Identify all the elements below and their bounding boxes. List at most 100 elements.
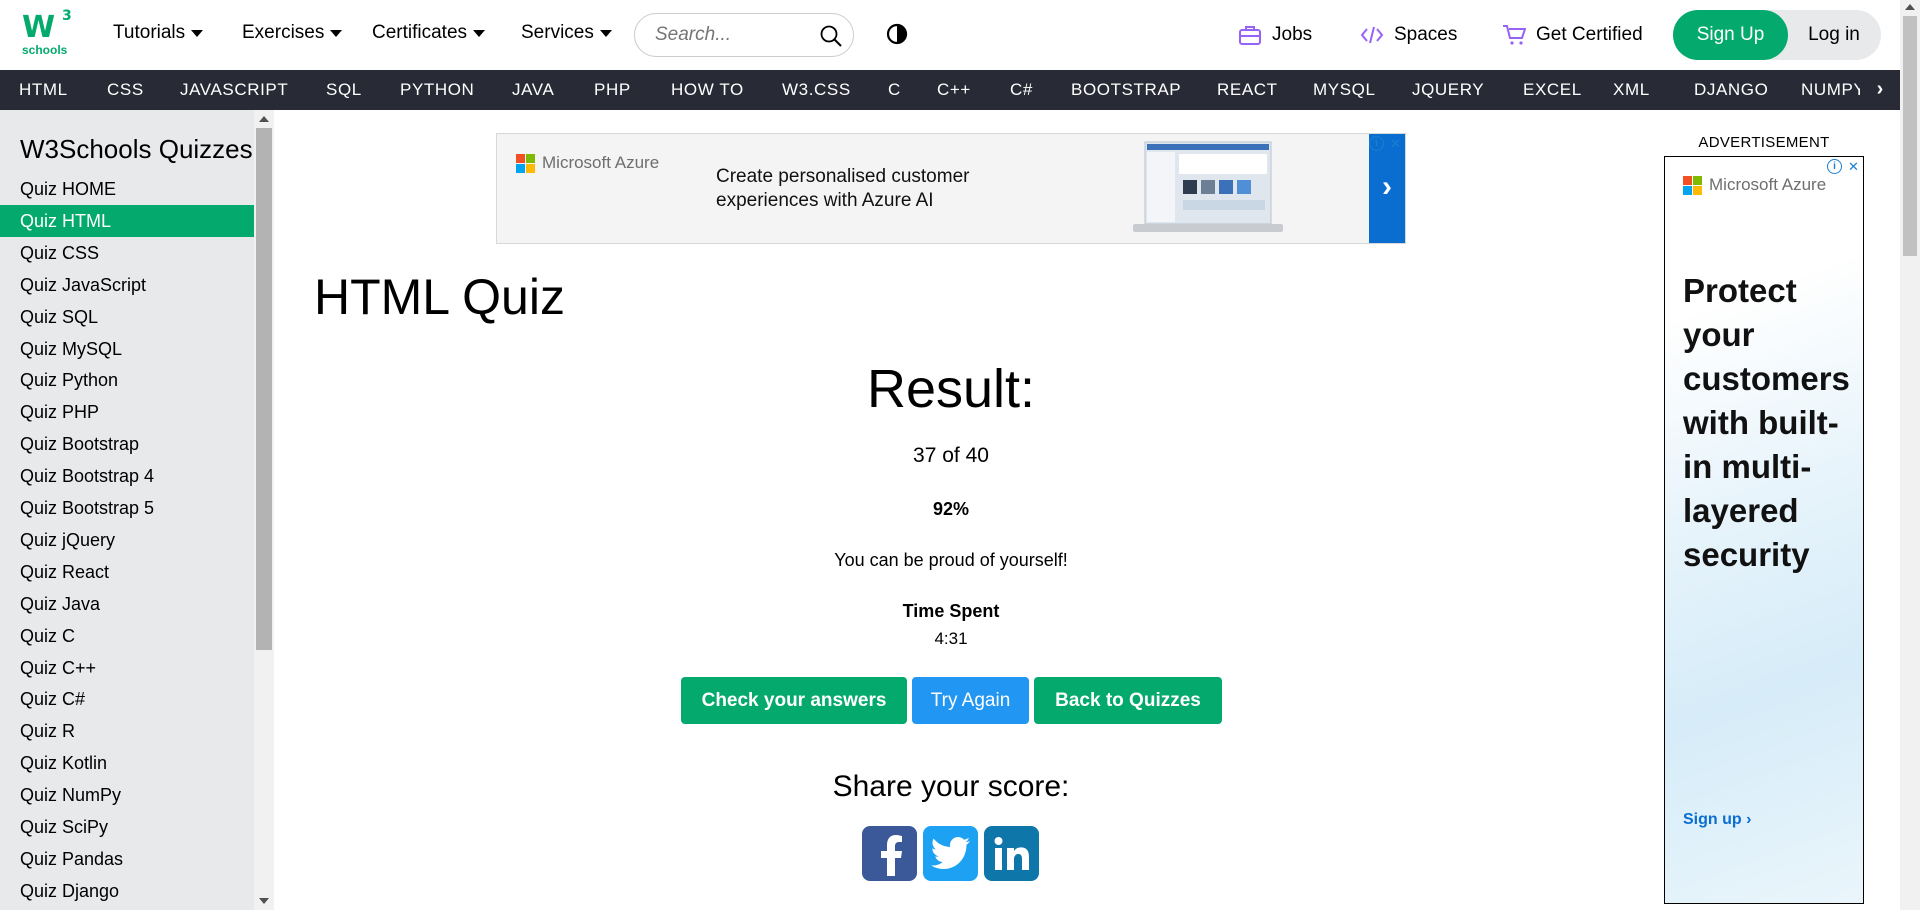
azure-brand: Microsoft Azure (516, 153, 659, 173)
scroll-up-arrow-icon[interactable] (259, 116, 269, 122)
menu-label: Services (521, 22, 594, 43)
sidebar-item-quiz-react[interactable]: Quiz React (0, 556, 254, 588)
twitter-share-icon[interactable] (923, 826, 978, 881)
result-message: You can be proud of yourself! (834, 550, 1068, 570)
subject-numpy[interactable]: NUMPY (1801, 70, 1865, 110)
check-answers-button[interactable]: Check your answers (681, 677, 907, 724)
menu-label: Tutorials (113, 22, 186, 43)
result-heading: Result: (866, 359, 1036, 419)
sidebar-item-quiz-bootstrap-4[interactable]: Quiz Bootstrap 4 (0, 460, 254, 492)
menu-certificates[interactable]: Certificates (372, 22, 486, 44)
subject-cpp[interactable]: C++ (937, 70, 971, 110)
subject-excel[interactable]: EXCEL (1523, 70, 1582, 110)
linkedin-share-icon[interactable] (984, 826, 1039, 881)
page-scroll-thumb[interactable] (1903, 16, 1917, 256)
search-input[interactable] (655, 24, 805, 46)
page-title: HTML Quiz (314, 269, 565, 325)
sidebar-item-quiz-html[interactable]: Quiz HTML (0, 204, 254, 237)
briefcase-icon (1239, 26, 1261, 45)
time-spent-value: 4:31 (934, 629, 968, 648)
ad-brand-name: Microsoft Azure (542, 153, 660, 172)
subject-jquery[interactable]: JQUERY (1412, 70, 1484, 110)
sidebar-item-quiz-python[interactable]: Quiz Python (0, 364, 254, 396)
subject-php[interactable]: PHP (594, 70, 631, 110)
ad-choices[interactable]: i ✕ (1827, 159, 1861, 174)
sidebar-item-quiz-css[interactable]: Quiz CSS (0, 237, 254, 269)
sign-up-button[interactable]: Sign Up (1673, 10, 1788, 60)
sidebar-item-quiz-django[interactable]: Quiz Django (0, 875, 254, 907)
sidebar-item-quiz-javascript[interactable]: Quiz JavaScript (0, 269, 254, 301)
subject-javascript[interactable]: JAVASCRIPT (180, 70, 288, 110)
search-box (634, 13, 854, 57)
ad-choices[interactable]: i ✕ (1369, 136, 1403, 151)
top-advertisement[interactable]: Microsoft Azure Create personalised cust… (496, 133, 1406, 244)
side-advertisement[interactable]: Microsoft Azure i ✕ Protect your custome… (1664, 156, 1864, 904)
menu-exercises[interactable]: Exercises (242, 22, 343, 44)
sidebar-item-quiz-csharp[interactable]: Quiz C# (0, 683, 254, 715)
sidebar-scroll-thumb[interactable] (256, 128, 272, 650)
subject-csharp[interactable]: C# (1010, 70, 1033, 110)
subject-html[interactable]: HTML (19, 70, 68, 110)
subject-django[interactable]: DJANGO (1694, 70, 1768, 110)
logo-w: W (22, 10, 55, 45)
menu-services[interactable]: Services (521, 22, 612, 44)
ad-sign-up-link[interactable]: Sign up › (1683, 811, 1751, 829)
sidebar-item-quiz-php[interactable]: Quiz PHP (0, 396, 254, 428)
sidebar-item-quiz-r[interactable]: Quiz R (0, 715, 254, 747)
time-spent-label: Time Spent (902, 601, 1000, 621)
sidebar-item-quiz-kotlin[interactable]: Quiz Kotlin (0, 747, 254, 779)
chevron-right-icon[interactable]: › (1860, 70, 1900, 110)
sidebar-item-quiz-cpp[interactable]: Quiz C++ (0, 652, 254, 684)
scroll-down-arrow-icon[interactable] (259, 898, 269, 904)
log-in-button[interactable]: Log in (1798, 10, 1870, 60)
sidebar-item-quiz-jquery[interactable]: Quiz jQuery (0, 524, 254, 556)
subject-how-to[interactable]: HOW TO (671, 70, 744, 110)
code-icon (1360, 26, 1384, 44)
subject-sql[interactable]: SQL (326, 70, 362, 110)
subject-xml[interactable]: XML (1613, 70, 1650, 110)
subject-mysql[interactable]: MYSQL (1313, 70, 1376, 110)
facebook-share-icon[interactable] (862, 826, 917, 881)
try-again-button[interactable]: Try Again (912, 677, 1029, 724)
get-certified-link[interactable]: Get Certified (1502, 24, 1643, 46)
jobs-link[interactable]: Jobs (1238, 24, 1312, 46)
back-to-quizzes-button[interactable]: Back to Quizzes (1034, 677, 1222, 724)
spaces-link[interactable]: Spaces (1360, 24, 1457, 46)
sidebar-item-quiz-scipy[interactable]: Quiz SciPy (0, 811, 254, 843)
sidebar-item-quiz-bootstrap-5[interactable]: Quiz Bootstrap 5 (0, 492, 254, 524)
ad-brand-name: Microsoft Azure (1709, 175, 1827, 194)
azure-brand: Microsoft Azure (1683, 175, 1826, 195)
sidebar-item-quiz-java[interactable]: Quiz Java (0, 588, 254, 620)
subject-c[interactable]: C (888, 70, 901, 110)
subject-css[interactable]: CSS (107, 70, 144, 110)
page-scrollbar[interactable] (1900, 0, 1920, 910)
close-icon[interactable]: ✕ (1846, 159, 1861, 174)
sidebar-item-quiz-pandas[interactable]: Quiz Pandas (0, 843, 254, 875)
subject-react[interactable]: REACT (1217, 70, 1278, 110)
close-icon[interactable]: ✕ (1388, 136, 1403, 151)
sidebar-item-quiz-sql[interactable]: Quiz SQL (0, 301, 254, 333)
contrast-toggle-icon[interactable] (886, 23, 908, 45)
info-icon[interactable]: i (1827, 159, 1842, 174)
sidebar-item-quiz-c[interactable]: Quiz C (0, 620, 254, 652)
ad-copy: Create personalised customer experiences… (716, 166, 970, 211)
laptop-screenshot-image (1133, 141, 1283, 232)
menu-label: Certificates (372, 22, 468, 43)
sidebar-item-quiz-mysql[interactable]: Quiz MySQL (0, 333, 254, 365)
ad-headline: Protect your customers with built-in mul… (1683, 272, 1850, 573)
sidebar-item-quiz-home[interactable]: Quiz HOME (0, 173, 254, 205)
scroll-up-arrow-icon[interactable] (1905, 4, 1915, 10)
subject-bootstrap[interactable]: BOOTSTRAP (1071, 70, 1181, 110)
subject-python[interactable]: PYTHON (400, 70, 474, 110)
subject-java[interactable]: JAVA (512, 70, 554, 110)
sidebar-item-quiz-numpy[interactable]: Quiz NumPy (0, 779, 254, 811)
sidebar-item-quiz-bootstrap[interactable]: Quiz Bootstrap (0, 428, 254, 460)
caret-down-icon (330, 29, 343, 37)
info-icon[interactable]: i (1369, 136, 1384, 151)
sidebar-scrollbar[interactable] (254, 110, 274, 910)
w3schools-logo[interactable]: W 3 schools (20, 8, 76, 58)
search-icon[interactable] (819, 24, 843, 48)
menu-tutorials[interactable]: Tutorials (113, 22, 204, 44)
subject-w3css[interactable]: W3.CSS (782, 70, 851, 110)
caret-down-icon (191, 29, 204, 37)
